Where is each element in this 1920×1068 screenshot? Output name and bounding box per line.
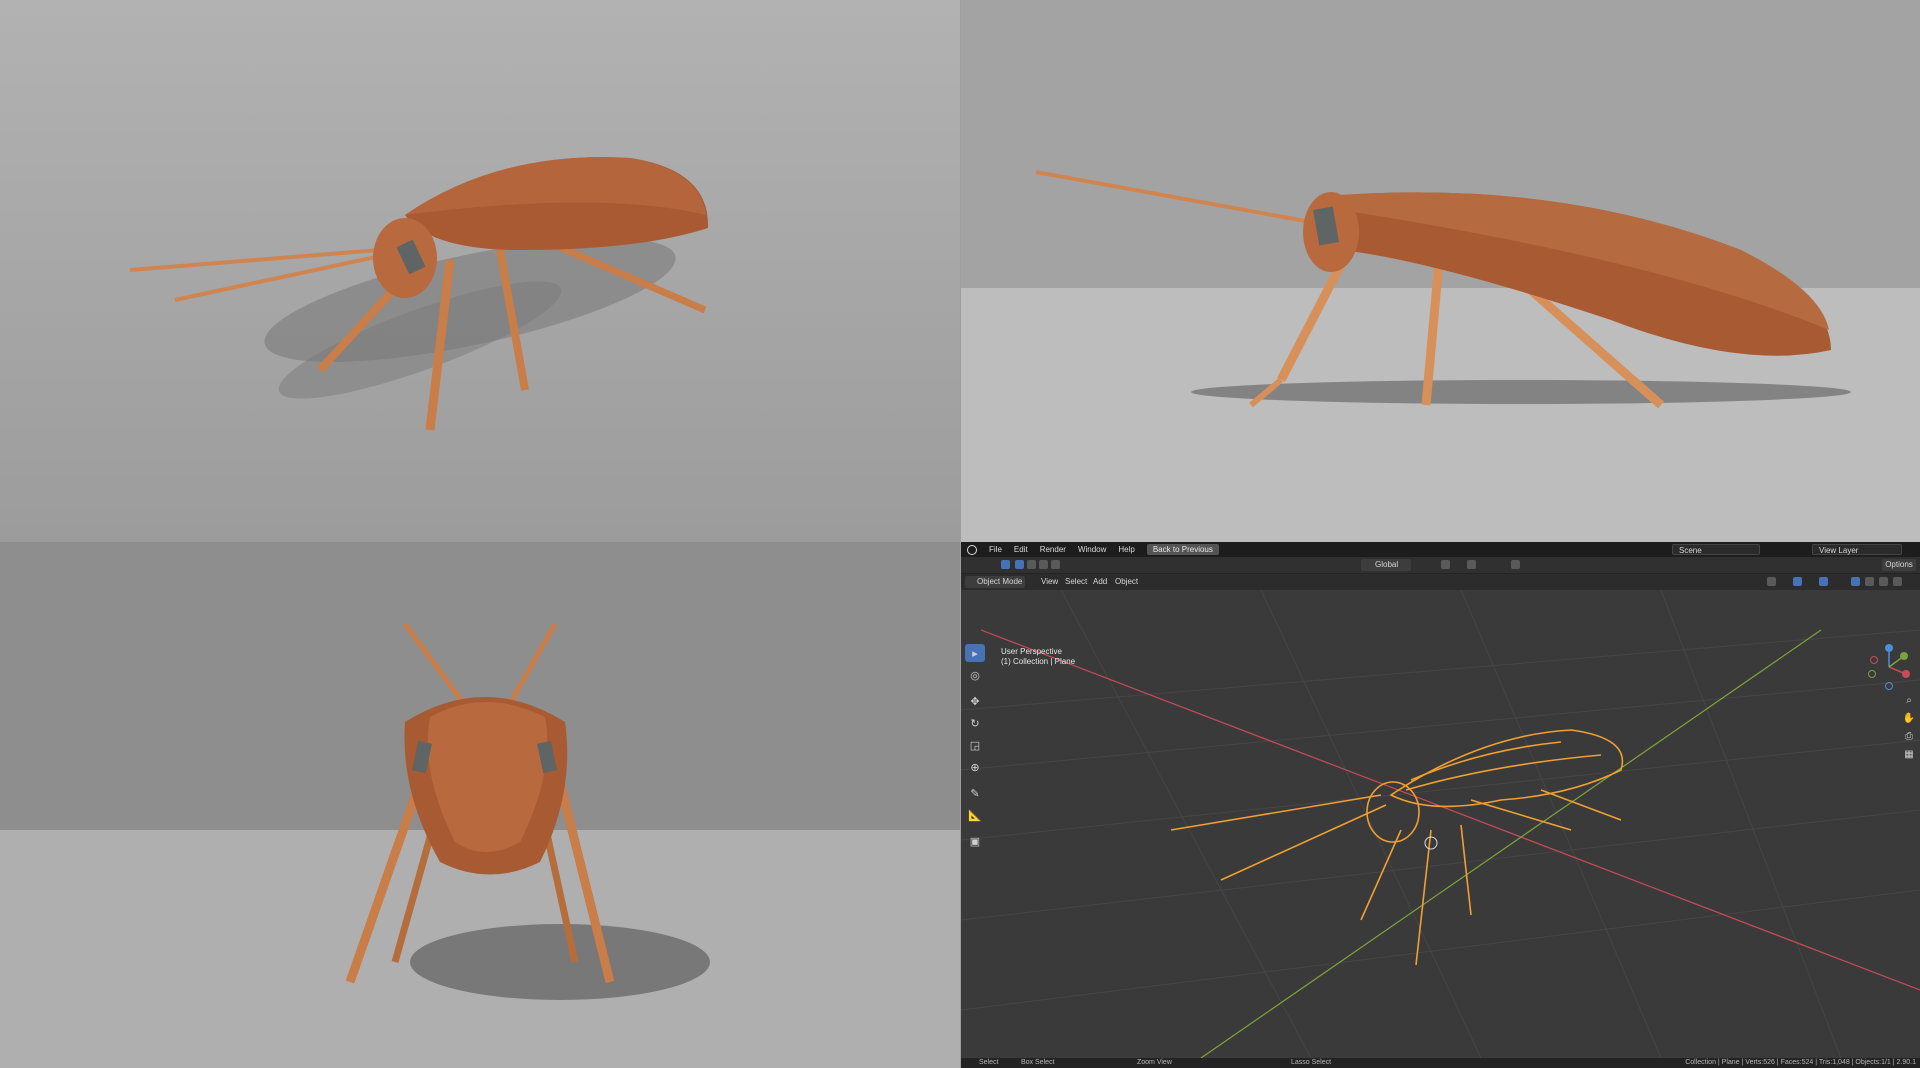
snap-icon[interactable] (1467, 560, 1476, 569)
pivot-point-icon[interactable] (1441, 560, 1450, 569)
mode-dropdown[interactable]: Object Mode (965, 576, 1025, 588)
scene-selector[interactable]: Scene (1672, 544, 1760, 555)
move-icon[interactable]: ✥ (965, 692, 985, 710)
blender-top-bar: File Edit Render Window Help Back to Pre… (961, 542, 1920, 557)
tool-settings-bar: Global Options (961, 557, 1920, 574)
3d-cursor-icon (1424, 836, 1438, 850)
status-zoom-view: Zoom View (1137, 1059, 1172, 1066)
status-box-select: Box Select (1021, 1059, 1055, 1066)
status-bar: Select Box Select Zoom View Lasso Select… (961, 1058, 1920, 1068)
render-view-three-quarter (0, 0, 960, 542)
transform-orientation-dropdown[interactable]: Global (1361, 559, 1411, 571)
cockroach-render-side (961, 0, 1920, 542)
shading-solid-icon[interactable] (1865, 577, 1874, 586)
viewport-info: User Perspective (1) Collection | Plane (1001, 647, 1075, 667)
cockroach-render-perspective (129, 157, 709, 431)
header-menu-add[interactable]: Add (1093, 577, 1107, 586)
blender-window: File Edit Render Window Help Back to Pre… (961, 542, 1920, 1068)
proportional-edit-icon[interactable] (1511, 560, 1520, 569)
render-collage: File Edit Render Window Help Back to Pre… (0, 0, 1920, 1068)
select-extend-icon[interactable] (1027, 560, 1036, 569)
select-subtract-icon[interactable] (1039, 560, 1048, 569)
select-invert-icon[interactable] (1051, 560, 1060, 569)
zoom-icon[interactable]: ⌕ (1902, 694, 1916, 708)
status-lasso-select: Lasso Select (1291, 1059, 1332, 1066)
render-view-front (0, 542, 960, 1068)
cockroach-wireframe-mesh (1170, 729, 1624, 966)
render-view-side (961, 0, 1920, 542)
header-menu-object[interactable]: Object (1115, 577, 1138, 586)
overlay-toggle-icon[interactable] (1819, 577, 1828, 586)
viewport-title: User Perspective (1001, 647, 1062, 656)
measure-icon[interactable]: 📐 (965, 806, 985, 824)
header-menu-view[interactable]: View (1041, 577, 1058, 586)
status-select: Select (979, 1059, 999, 1066)
add-cube-icon[interactable]: ▣ (965, 832, 985, 850)
select-box-tool-icon[interactable]: ▸ (965, 644, 985, 662)
shading-rendered-icon[interactable] (1893, 577, 1902, 586)
toolbar-left: ▸ ◎ ✥ ↻ ◲ ⊕ ✎ 📐 ▣ (965, 644, 987, 854)
cursor-icon[interactable]: ◎ (965, 666, 985, 684)
menu-window[interactable]: Window (1072, 545, 1112, 554)
shading-material-icon[interactable] (1879, 577, 1888, 586)
navigation-gizmo[interactable] (1864, 642, 1914, 692)
visibility-icon[interactable] (1767, 577, 1776, 586)
scale-icon[interactable]: ◲ (965, 736, 985, 754)
cockroach-render-front (0, 542, 960, 1068)
rotate-icon[interactable]: ↻ (965, 714, 985, 732)
viewport-canvas[interactable] (961, 590, 1920, 1058)
gizmo-toggle-icon[interactable] (1793, 577, 1802, 586)
menu-file[interactable]: File (983, 545, 1008, 554)
viewport-subtitle: (1) Collection | Plane (1001, 657, 1076, 666)
viewport-header: Object Mode View Select Add Object (961, 574, 1920, 590)
options-dropdown[interactable]: Options (1882, 559, 1916, 571)
header-menu-select[interactable]: Select (1065, 577, 1087, 586)
select-mode-icon[interactable] (1001, 560, 1010, 569)
transform-icon[interactable]: ⊕ (965, 758, 985, 776)
annotate-icon[interactable]: ✎ (965, 784, 985, 802)
menu-edit[interactable]: Edit (1008, 545, 1034, 554)
view-layer-selector[interactable]: View Layer (1812, 544, 1902, 555)
select-new-icon[interactable] (1015, 560, 1024, 569)
menu-help[interactable]: Help (1112, 545, 1140, 554)
xray-toggle-icon[interactable] (1851, 577, 1860, 586)
blender-logo-icon[interactable] (967, 544, 977, 555)
back-to-previous-button[interactable]: Back to Previous (1146, 544, 1219, 555)
menu-render[interactable]: Render (1034, 545, 1072, 554)
hand-icon[interactable]: ✋ (1902, 712, 1916, 726)
3d-viewport[interactable]: ▸ ◎ ✥ ↻ ◲ ⊕ ✎ 📐 ▣ User Perspective (1) C… (961, 590, 1920, 1058)
status-stats: Collection | Plane | Verts:526 | Faces:5… (1685, 1059, 1916, 1066)
camera-icon[interactable]: ⎙ (1902, 730, 1916, 744)
grid-icon[interactable]: ▦ (1902, 748, 1916, 762)
